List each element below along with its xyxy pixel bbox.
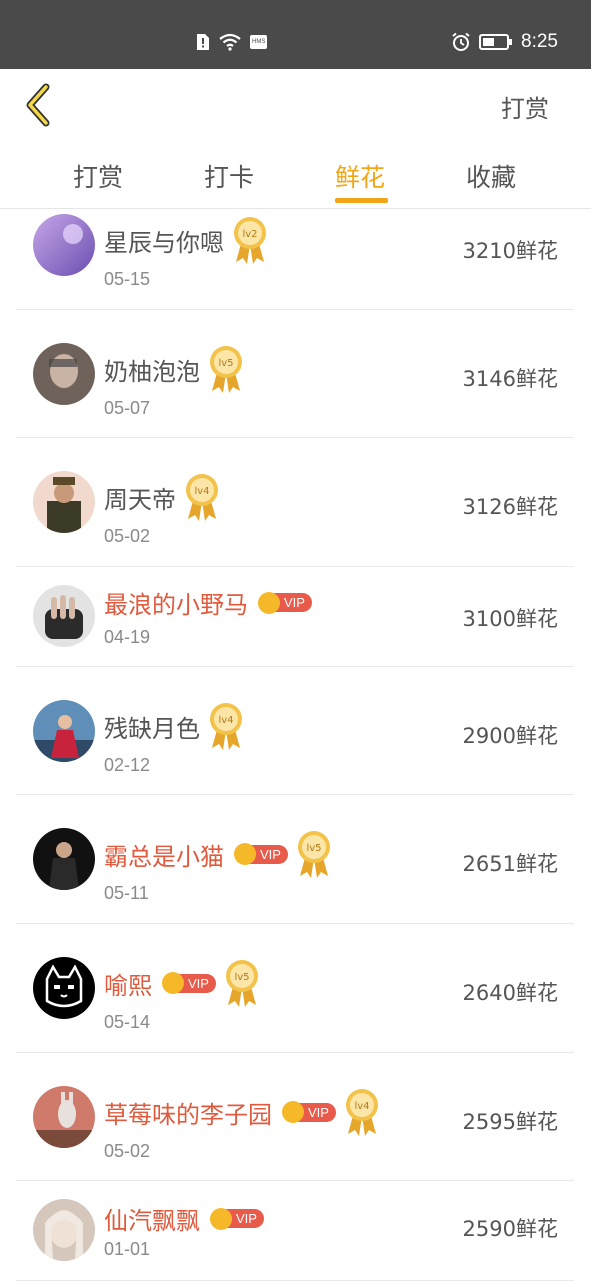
reward-action-button[interactable]: 打赏 xyxy=(501,89,549,124)
list-item[interactable]: 奶柚泡泡 lv5 05-07 3146鲜花 xyxy=(16,310,574,438)
battery-icon xyxy=(479,34,513,50)
user-name: 星辰与你嗯 lv2 xyxy=(104,214,268,266)
avatar xyxy=(33,1199,95,1261)
svg-text:lv4: lv4 xyxy=(354,1101,369,1112)
header: 打赏 xyxy=(0,69,591,140)
reward-date: 05-02 xyxy=(104,526,151,546)
level-medal-icon: lv4 xyxy=(186,474,218,521)
tab-flowers[interactable]: 鲜花 xyxy=(335,158,385,194)
level-medal-icon: lv5 xyxy=(297,831,330,878)
level-medal-icon: lv5 xyxy=(225,960,258,1007)
chevron-left-icon[interactable] xyxy=(22,83,56,127)
crown-icon xyxy=(234,843,256,865)
alarm-icon xyxy=(452,32,470,51)
avatar xyxy=(33,214,95,276)
reward-date: 05-15 xyxy=(104,269,151,289)
user-name: 霸总是小猫 VIP lv5 xyxy=(104,828,332,880)
vip-badge: VIP xyxy=(282,1101,336,1123)
user-name: 草莓味的李子园 VIP lv4 xyxy=(104,1086,380,1138)
crown-icon xyxy=(258,591,280,614)
list-item[interactable]: 喻熙 VIP lv5 05-14 2640鲜花 xyxy=(16,924,574,1053)
user-name-text: 草莓味的李子园 xyxy=(104,1100,272,1129)
user-name-text: 残缺月色 xyxy=(104,714,200,743)
avatar xyxy=(33,828,95,890)
flower-amount: 2590鲜花 xyxy=(462,1217,558,1241)
list-item[interactable]: 周天帝 lv4 05-02 3126鲜花 xyxy=(16,438,574,567)
clock: 8:25 xyxy=(521,31,558,52)
avatar xyxy=(33,343,95,405)
tab-reward[interactable]: 打赏 xyxy=(73,158,123,194)
reward-date: 04-19 xyxy=(104,627,151,647)
list-item[interactable]: 最浪的小野马 VIP 04-19 3100鲜花 xyxy=(16,567,574,667)
level-medal-icon: lv4 xyxy=(210,703,242,750)
svg-text:lv5: lv5 xyxy=(234,972,249,983)
list-item[interactable]: 霸总是小猫 VIP lv5 05-11 2651鲜花 xyxy=(16,795,574,924)
flower-amount: 2640鲜花 xyxy=(462,981,558,1005)
flower-amount: 3210鲜花 xyxy=(462,239,558,263)
avatar xyxy=(33,585,95,647)
status-icons-center: HMS xyxy=(196,33,268,51)
level-medal-icon: lv5 xyxy=(210,346,242,393)
flower-amount: 3146鲜花 xyxy=(462,367,558,391)
flower-amount: 2651鲜花 xyxy=(462,852,558,876)
flower-amount: 2595鲜花 xyxy=(462,1110,558,1134)
reward-date: 05-14 xyxy=(104,1012,151,1032)
level-medal-icon: lv4 xyxy=(345,1089,378,1136)
user-name-text: 喻熙 xyxy=(104,971,152,1000)
user-name-text: 星辰与你嗯 xyxy=(104,228,224,257)
svg-text:lv4: lv4 xyxy=(194,486,209,497)
tab-bar: 打赏 打卡 鲜花 收藏 xyxy=(0,140,591,209)
avatar xyxy=(33,471,95,533)
user-name: 喻熙 VIP lv5 xyxy=(104,957,260,1009)
status-icons-right: 8:25 xyxy=(451,31,558,53)
list-item[interactable]: 星辰与你嗯 lv2 05-15 3210鲜花 xyxy=(16,209,574,310)
list-item[interactable]: 草莓味的李子园 VIP lv4 05-02 2595鲜花 xyxy=(16,1053,574,1181)
reward-date: 01-01 xyxy=(104,1239,151,1259)
vip-badge: VIP xyxy=(162,972,216,994)
vip-badge: VIP xyxy=(210,1207,264,1230)
active-tab-indicator xyxy=(335,198,388,203)
reward-date: 05-07 xyxy=(104,398,151,418)
user-name: 仙汽飘飘 VIP xyxy=(104,1201,264,1236)
reward-date: 05-02 xyxy=(104,1141,151,1161)
sim-alert-icon xyxy=(197,34,209,50)
svg-text:lv2: lv2 xyxy=(242,229,257,240)
avatar xyxy=(33,1086,95,1148)
list-item[interactable]: 残缺月色 lv4 02-12 2900鲜花 xyxy=(16,667,574,795)
user-name-text: 仙汽飘飘 xyxy=(104,1207,200,1235)
tab-checkin[interactable]: 打卡 xyxy=(204,158,254,194)
list-item[interactable]: 仙汽飘飘 VIP 01-01 2590鲜花 xyxy=(16,1181,574,1281)
svg-text:lv5: lv5 xyxy=(306,843,321,854)
user-name: 奶柚泡泡 lv5 xyxy=(104,343,244,395)
vip-badge: VIP xyxy=(234,843,288,865)
reward-date: 05-11 xyxy=(104,883,149,903)
svg-text:lv4: lv4 xyxy=(218,715,233,726)
wifi-icon xyxy=(219,33,241,51)
status-bar: HMS 8:25 xyxy=(0,0,591,69)
flower-amount: 3126鲜花 xyxy=(462,495,558,519)
vip-badge: VIP xyxy=(258,591,312,614)
user-name-text: 最浪的小野马 xyxy=(104,591,248,619)
crown-icon xyxy=(282,1101,304,1123)
avatar xyxy=(33,957,95,1019)
flower-amount: 3100鲜花 xyxy=(462,607,558,631)
crown-icon xyxy=(162,972,184,994)
tab-favorites[interactable]: 收藏 xyxy=(466,158,516,194)
reward-date: 02-12 xyxy=(104,755,151,775)
hms-icon: HMS xyxy=(250,35,268,49)
user-name: 残缺月色 lv4 xyxy=(104,700,244,752)
user-name: 周天帝 lv4 xyxy=(104,471,220,523)
user-name-text: 周天帝 xyxy=(104,485,176,514)
user-name: 最浪的小野马 VIP xyxy=(104,585,312,620)
avatar xyxy=(33,700,95,762)
crown-icon xyxy=(210,1207,232,1230)
svg-text:lv5: lv5 xyxy=(218,358,233,369)
flower-amount: 2900鲜花 xyxy=(462,724,558,748)
level-medal-icon: lv2 xyxy=(234,217,266,264)
user-name-text: 奶柚泡泡 xyxy=(104,357,200,386)
flower-ranking-list: 星辰与你嗯 lv2 05-15 3210鲜花 奶柚泡泡 lv5 05-07 31… xyxy=(16,209,574,1281)
user-name-text: 霸总是小猫 xyxy=(104,842,224,871)
